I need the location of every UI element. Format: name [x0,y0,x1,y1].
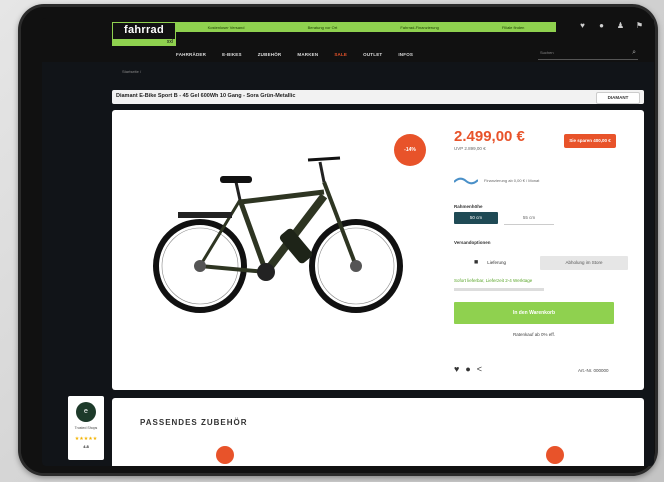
nav-item-outlet[interactable]: OUTLET [363,52,382,57]
header-icons: ♥ ● ♟ ⚑ [578,21,644,30]
usp-link[interactable]: Filiale finden [502,25,524,30]
financing-icon [454,177,478,185]
discount-badge: -14% [394,134,426,166]
search-icon[interactable]: ⌕ [632,49,636,57]
nav-item-ebikes[interactable]: E-BIKES [222,52,242,57]
availability-text: Sofort lieferbar, Lieferzeit 2-4 Werktag… [454,278,533,283]
trusted-shops-badge[interactable]: e Trusted Shops ★★★★★ 4.8 [68,396,104,460]
savings-badge: Sie sparen 400,00 € [564,134,616,148]
accessories-section: PASSENDES ZUBEHÖR [112,398,644,466]
usp-link[interactable]: Kostenloser Versand [208,25,245,30]
financing-text: Finanzierung ab 0,00 € / Monat [484,178,540,183]
size-option-selected[interactable]: 50 cm [454,212,498,224]
rating-stars: ★★★★★ [74,436,98,442]
rating-score: 4.8 [83,444,89,449]
main-nav: FAHRRÄDER E-BIKES ZUBEHÖR MARKEN SALE OU… [42,46,654,62]
delivery-bar [454,288,544,291]
search-placeholder: Suchen [540,50,554,55]
accessory-badge [546,446,564,464]
breadcrumb[interactable]: Startseite / [122,69,141,74]
size-option[interactable]: 55 cm [504,212,554,225]
nav-item-marken[interactable]: MARKEN [297,52,318,57]
nav-item-sale[interactable]: SALE [334,52,347,57]
product-image-area[interactable]: -14% [112,110,442,390]
ebike-image [153,156,403,313]
heart-icon[interactable]: ♥ [578,21,587,30]
nav-item-zubehoer[interactable]: ZUBEHÖR [258,52,282,57]
shipping-option-pickup[interactable]: Abholung im Store [540,256,628,270]
nav-item-fahrraeder[interactable]: FAHRRÄDER [176,52,206,57]
trust-label: Trusted Shops [74,426,98,430]
shipping-option-delivery[interactable]: ■ Lieferung [474,256,526,270]
usp-bar: Kostenloser Versand Beratung vor Ort Fah… [176,22,556,32]
uvp-price: UVP 2.899,00 € [454,146,486,151]
truck-icon: ■ [474,259,479,266]
product-title-bar: Diamant E-Bike Sport B - 45 Gel 600Wh 10… [112,90,644,104]
shipping-label: Versandoptionen [454,240,491,245]
action-icons: ♥ ● < [454,364,482,374]
accessories-heading: PASSENDES ZUBEHÖR [140,418,248,427]
product-card: -14% 2.499,00 € UVP 2.899,00 € Sie spare… [112,110,644,390]
tablet-screen: fahrrad xxl Kostenloser Versand Beratung… [42,18,654,466]
add-to-cart-button[interactable]: In den Warenkorb [454,302,614,324]
brand-logo[interactable]: DIAMANT [596,92,640,104]
product-title: Diamant E-Bike Sport B - 45 Gel 600Wh 10… [116,93,296,99]
cart-icon[interactable]: ⚑ [635,21,644,30]
installment-link[interactable]: Ratenkauf ab 0% eff. [454,332,614,337]
top-bar: fahrrad xxl Kostenloser Versand Beratung… [42,18,654,46]
photo-scene: fahrrad xxl Kostenloser Versand Beratung… [0,0,664,482]
accessory-badge [216,446,234,464]
heart-icon[interactable]: ♥ [454,364,459,374]
nav-menu: FAHRRÄDER E-BIKES ZUBEHÖR MARKEN SALE OU… [176,46,413,62]
shipping-option-label: Lieferung [487,260,507,266]
share-icon[interactable]: < [477,364,482,374]
site-logo[interactable]: fahrrad xxl [112,22,176,46]
search-input[interactable]: Suchen ⌕ [538,49,638,60]
user-icon[interactable]: ♟ [616,21,625,30]
trust-seal-icon: e [76,402,96,422]
location-icon[interactable]: ● [597,21,606,30]
logo-subtext: xxl [113,39,175,45]
article-number: Art.-Nr. 000000 [578,368,609,373]
logo-text: fahrrad [124,24,164,36]
info-icon[interactable]: ● [465,364,470,374]
nav-item-infos[interactable]: INFOS [398,52,413,57]
product-price: 2.499,00 € [454,128,525,145]
tablet-inner: fahrrad xxl Kostenloser Versand Beratung… [18,4,658,476]
usp-link[interactable]: Fahrrad-Finanzierung [400,25,438,30]
financing-info[interactable]: Finanzierung ab 0,00 € / Monat [454,174,614,190]
usp-link[interactable]: Beratung vor Ort [308,25,338,30]
size-label: Rahmenhöhe [454,204,483,209]
